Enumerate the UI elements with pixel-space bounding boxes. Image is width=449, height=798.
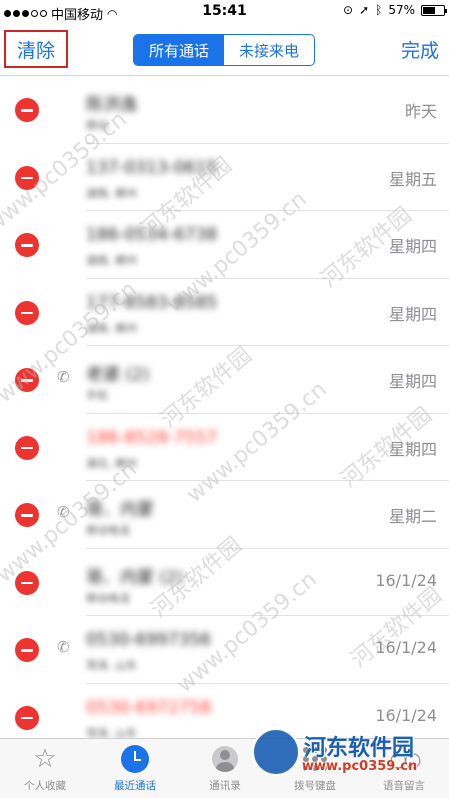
star-icon: ☆ — [33, 744, 57, 774]
tab-label: 最近通话 — [114, 780, 156, 792]
call-date: 星期五 — [388, 169, 437, 189]
bluetooth-icon: ᛒ — [375, 3, 383, 17]
call-date: 星期四 — [388, 304, 437, 324]
delete-minus-icon[interactable] — [15, 98, 39, 122]
call-date: 16/1/24 — [375, 705, 437, 725]
rotation-lock-icon: ⊙ — [343, 3, 354, 17]
logo-emblem-icon — [252, 728, 300, 776]
phone-outgoing-icon: ✆ — [57, 638, 70, 656]
caller-name: 186-0534-6738 — [86, 225, 218, 245]
delete-minus-icon[interactable] — [15, 435, 39, 460]
call-row[interactable]: 哥、内蒙 (2) 移动电话 16/1/24 — [0, 549, 449, 617]
caller-name: 哥、内蒙 — [86, 500, 154, 520]
delete-minus-icon[interactable] — [15, 368, 39, 392]
tab-favorites[interactable]: ☆ 个人收藏 — [0, 743, 90, 793]
delete-minus-icon[interactable] — [15, 570, 39, 595]
delete-minus-icon[interactable] — [15, 503, 39, 527]
battery-icon — [421, 4, 447, 16]
caller-name: 陈洪逸 — [86, 95, 137, 115]
tab-recents[interactable]: 最近通话 — [90, 743, 180, 793]
segment-missed-calls[interactable]: 未接来电 — [224, 35, 314, 65]
delete-minus-icon[interactable] — [15, 165, 39, 190]
done-button[interactable]: 完成 — [401, 36, 439, 63]
call-row[interactable]: ✆ 哥、内蒙移动电话 星期二 — [0, 481, 449, 549]
site-logo-watermark: 河东软件园 www.pc0359.cn — [252, 728, 448, 788]
delete-minus-icon[interactable] — [15, 705, 39, 730]
call-row[interactable]: ✆ 0530-6997356 菏泽, 山东 16/1/24 — [0, 616, 449, 684]
nav-bar: 清除 所有通话 未接来电 完成 — [0, 24, 449, 76]
status-bar: 中国移动 ◠ 15:41 ⊙ ➚ ᛒ 57% — [0, 0, 449, 24]
call-date: 星期四 — [388, 439, 437, 459]
call-date: 16/1/24 — [375, 638, 437, 657]
delete-minus-icon[interactable] — [15, 638, 39, 662]
caller-name: 177-8583-8585 — [86, 292, 218, 313]
battery-percent: 57% — [388, 3, 415, 17]
caller-name: 0530-6997356 — [86, 630, 212, 650]
delete-minus-icon[interactable] — [15, 300, 39, 325]
caller-location: 移动 — [86, 119, 108, 132]
clock-icon — [121, 745, 149, 773]
caller-name: 137-0313-0615 — [86, 157, 218, 178]
caller-name: 186-8528-7557 — [86, 427, 218, 448]
tab-label: 个人收藏 — [24, 780, 66, 792]
status-right: ⊙ ➚ ᛒ 57% — [343, 3, 447, 17]
call-date: 昨天 — [404, 102, 437, 121]
call-row[interactable]: ✆ 老婆 (2) 手机 星期四 — [0, 346, 449, 414]
caller-name: 哥、内蒙 (2) — [86, 567, 184, 588]
caller-location: 移动电话 — [86, 591, 130, 605]
caller-name: 0530-6972758 — [86, 697, 212, 718]
location-icon: ➚ — [359, 3, 370, 17]
call-row[interactable]: 177-8583-8585 湖南, 郴州 星期四 — [0, 279, 449, 347]
caller-name: 老婆 (2) — [86, 365, 150, 385]
phone-outgoing-icon: ✆ — [57, 503, 70, 521]
caller-location: 湖北, 郴州 — [86, 456, 137, 470]
logo-title: 河东软件园 — [304, 736, 415, 761]
call-date: 16/1/24 — [375, 570, 437, 590]
contacts-icon — [212, 746, 238, 772]
caller-location: 菏泽, 山东 — [86, 659, 137, 672]
caller-location: 移动电话 — [86, 524, 130, 537]
recent-calls-list: 陈洪逸移动 昨天 137-0313-0615 湖南, 郴州 星期五 186-0534-67… — [0, 76, 449, 751]
call-row[interactable]: 186-8528-7557 湖北, 郴州 星期四 — [0, 414, 449, 482]
phone-outgoing-icon: ✆ — [57, 368, 70, 386]
caller-location: 手机 — [86, 389, 108, 402]
call-date: 星期四 — [388, 237, 437, 256]
call-row[interactable]: 陈洪逸移动 昨天 — [0, 76, 449, 144]
call-row[interactable]: 137-0313-0615 湖南, 郴州 星期五 — [0, 144, 449, 212]
caller-location: 湖南, 郴州 — [86, 254, 137, 267]
call-date: 星期二 — [388, 507, 437, 526]
caller-location: 湖南, 郴州 — [86, 321, 137, 335]
call-filter-segmented-control: 所有通话 未接来电 — [133, 34, 315, 66]
delete-minus-icon[interactable] — [15, 233, 39, 257]
clear-button[interactable]: 清除 — [4, 30, 68, 68]
logo-url: www.pc0359.cn — [302, 759, 418, 774]
caller-location: 湖南, 郴州 — [86, 186, 137, 200]
call-row[interactable]: 186-0534-6738 湖南, 郴州 星期四 — [0, 211, 449, 279]
segment-all-calls[interactable]: 所有通话 — [134, 35, 224, 65]
call-date: 星期四 — [388, 372, 437, 391]
